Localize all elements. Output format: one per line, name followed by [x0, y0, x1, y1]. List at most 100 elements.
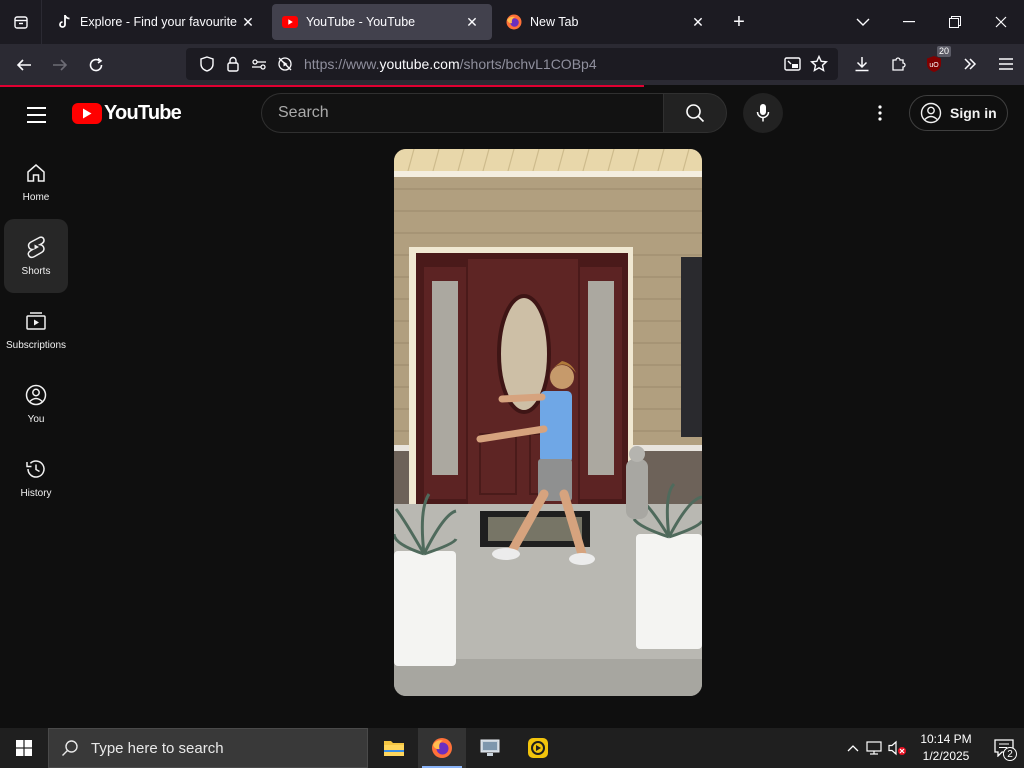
- guide-item-subscriptions[interactable]: Subscriptions: [4, 293, 68, 367]
- tab-title: YouTube - YouTube: [306, 15, 416, 29]
- search-button[interactable]: [663, 93, 727, 133]
- youtube-logo-text: YouTube: [104, 102, 182, 124]
- youtube-masthead: YouTube Sign in: [0, 87, 1024, 141]
- guide-item-history[interactable]: History: [4, 441, 68, 515]
- sign-in-label: Sign in: [950, 105, 997, 121]
- bookmark-star-icon[interactable]: [806, 51, 832, 77]
- youtube-icon: [282, 14, 298, 30]
- media-player-icon: [528, 738, 548, 758]
- more-vertical-icon: [878, 105, 882, 121]
- guide-item-label: You: [27, 414, 45, 425]
- search-icon: [686, 104, 705, 123]
- ublock-extension-button[interactable]: uO 20: [916, 46, 952, 80]
- search-icon: [62, 740, 78, 756]
- account-circle-icon: [920, 102, 942, 124]
- guide-item-shorts[interactable]: Shorts: [4, 219, 68, 293]
- close-tab-icon[interactable]: ✕: [688, 12, 708, 32]
- windows-logo-icon: [16, 740, 32, 756]
- guide-item-label: Home: [22, 192, 50, 203]
- downloads-button[interactable]: [844, 48, 880, 80]
- youtube-play-logo-icon: [72, 103, 102, 124]
- picture-in-picture-icon[interactable]: [780, 51, 806, 77]
- search-box[interactable]: [261, 93, 663, 133]
- show-hidden-icons-button[interactable]: [842, 728, 864, 768]
- taskbar-search-box[interactable]: Type here to search: [48, 728, 368, 768]
- taskbar-app-remote-desktop[interactable]: [466, 728, 514, 768]
- subscriptions-icon: [24, 309, 48, 333]
- guide-item-label: Subscriptions: [5, 340, 67, 351]
- extensions-button[interactable]: [880, 48, 916, 80]
- voice-search-button[interactable]: [743, 93, 783, 133]
- minimize-icon: [903, 21, 915, 23]
- remote-desktop-icon: [480, 739, 500, 756]
- clock-date: 1/2/2025: [922, 749, 970, 763]
- start-button[interactable]: [0, 728, 48, 768]
- guide-menu-button[interactable]: [16, 95, 56, 135]
- permissions-icon[interactable]: [246, 51, 272, 77]
- clock-time: 10:14 PM: [920, 732, 972, 746]
- video-frame-image: [394, 149, 702, 696]
- restore-icon: [949, 16, 961, 28]
- url-bar[interactable]: https://www.youtube.com/shorts/bchvL1COB…: [186, 48, 838, 80]
- list-all-tabs-button[interactable]: [840, 0, 886, 44]
- forward-arrow-icon: [53, 58, 68, 71]
- volume-muted-icon[interactable]: [886, 728, 908, 768]
- guide-item-label: Shorts: [21, 266, 51, 277]
- extension-badge: 20: [936, 46, 951, 57]
- mini-guide: Home Shorts Subscriptions You History: [4, 145, 68, 515]
- file-explorer-icon: [384, 741, 404, 756]
- windows-taskbar: Type here to search 10:14 PM 1/2/2025 2: [0, 728, 1024, 768]
- action-center-button[interactable]: 2: [984, 728, 1024, 768]
- forward-button[interactable]: [42, 49, 78, 81]
- firefox-view-icon: [13, 16, 28, 29]
- firefox-view-button[interactable]: [0, 0, 42, 44]
- back-button[interactable]: [6, 49, 42, 81]
- microphone-icon: [756, 104, 770, 122]
- sign-in-button[interactable]: Sign in: [909, 95, 1008, 131]
- browser-tab-youtube[interactable]: YouTube - YouTube ✕: [272, 4, 492, 40]
- more-tools-button[interactable]: [952, 48, 988, 80]
- chevron-double-right-icon: [964, 58, 977, 70]
- reload-icon: [89, 57, 103, 71]
- new-tab-button[interactable]: +: [724, 7, 754, 37]
- url-text: https://www.youtube.com/shorts/bchvL1COB…: [304, 56, 597, 72]
- browser-tab-tiktok[interactable]: Explore - Find your favourite vi ✕: [46, 4, 268, 40]
- close-tab-icon[interactable]: ✕: [238, 12, 258, 32]
- guide-item-home[interactable]: Home: [4, 145, 68, 219]
- notification-count-badge: 2: [1003, 747, 1017, 761]
- youtube-logo[interactable]: YouTube: [72, 102, 182, 125]
- lock-icon[interactable]: [220, 51, 246, 77]
- taskbar-app-firefox[interactable]: [418, 728, 466, 768]
- shorts-video-player[interactable]: [394, 149, 702, 696]
- minimize-button[interactable]: [886, 0, 932, 44]
- browser-tab-strip: Explore - Find your favourite vi ✕ YouTu…: [0, 0, 1024, 44]
- search-input[interactable]: [278, 104, 663, 122]
- chevron-up-icon: [847, 745, 859, 752]
- taskbar-clock[interactable]: 10:14 PM 1/2/2025: [914, 731, 978, 765]
- restore-button[interactable]: [932, 0, 978, 44]
- chevron-down-icon: [856, 18, 870, 26]
- network-icon[interactable]: [864, 728, 886, 768]
- puzzle-piece-icon: [892, 57, 906, 71]
- reload-button[interactable]: [78, 49, 114, 81]
- settings-more-button[interactable]: [860, 93, 900, 133]
- app-menu-button[interactable]: [988, 48, 1024, 80]
- ublock-shield-icon: uO: [927, 56, 941, 72]
- taskbar-app-file-explorer[interactable]: [370, 728, 418, 768]
- browser-tab-new-tab[interactable]: New Tab ✕: [496, 4, 718, 40]
- you-icon: [24, 383, 48, 407]
- youtube-page: YouTube Sign in Home Sho: [0, 87, 1024, 728]
- tab-title: Explore - Find your favourite vi: [80, 15, 238, 29]
- autoplay-blocked-icon[interactable]: [272, 51, 298, 77]
- tracking-protection-shield-icon[interactable]: [194, 51, 220, 77]
- history-icon: [24, 457, 48, 481]
- taskbar-app-media-player[interactable]: [514, 728, 562, 768]
- guide-item-label: History: [20, 488, 52, 499]
- close-tab-icon[interactable]: ✕: [462, 12, 482, 32]
- download-icon: [855, 57, 869, 72]
- close-window-button[interactable]: [978, 0, 1024, 44]
- taskbar-search-placeholder: Type here to search: [91, 739, 224, 757]
- firefox-icon: [506, 14, 522, 30]
- close-icon: [995, 16, 1007, 28]
- guide-item-you[interactable]: You: [4, 367, 68, 441]
